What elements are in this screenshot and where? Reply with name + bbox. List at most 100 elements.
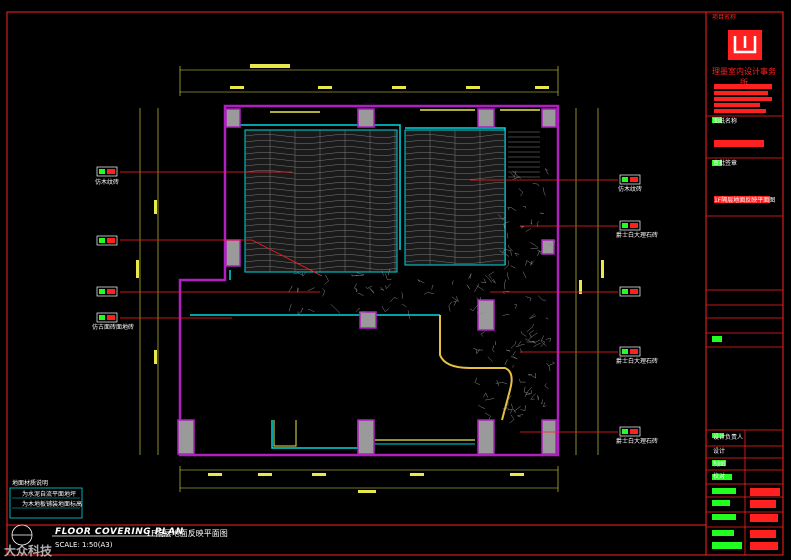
material-tag xyxy=(96,312,118,323)
marble-vein xyxy=(491,278,496,284)
marble-vein xyxy=(518,188,524,196)
marble-vein xyxy=(355,307,361,312)
legend-item: 为水泥自流平面地坪 xyxy=(22,491,77,498)
marble-vein xyxy=(504,359,508,365)
marble-vein xyxy=(451,280,454,285)
marble-vein xyxy=(522,271,527,279)
redacted-info-block xyxy=(714,84,772,113)
material-tag xyxy=(619,426,641,437)
marble-vein xyxy=(540,335,547,347)
marble-vein xyxy=(507,207,510,211)
marble-vein xyxy=(400,292,404,299)
marble-vein xyxy=(293,272,303,276)
marble-vein xyxy=(502,314,510,316)
marble-vein xyxy=(545,338,552,342)
firm-name: 理墨室内设计事务所 xyxy=(712,67,776,87)
marble-vein xyxy=(520,226,524,229)
marble-vein xyxy=(483,392,489,398)
marble-vein xyxy=(510,341,517,349)
marble-vein xyxy=(389,297,398,303)
marble-vein xyxy=(512,351,516,356)
marble-vein xyxy=(466,284,470,290)
marble-vein xyxy=(484,397,495,401)
marble-vein xyxy=(474,377,481,386)
marble-vein xyxy=(385,283,391,290)
material-label-left-1: 仿木纹砖 xyxy=(95,179,120,186)
marble-vein xyxy=(524,387,533,397)
marble-vein xyxy=(417,279,425,284)
plan-scale: SCALE: 1:50(A3) xyxy=(55,541,113,549)
marble-vein xyxy=(512,364,515,368)
marble-vein xyxy=(484,274,492,283)
watermark: 大众科技 xyxy=(4,544,53,558)
marble-vein xyxy=(297,310,303,316)
marble-vein xyxy=(402,303,407,308)
marble-vein xyxy=(540,212,545,214)
marble-vein xyxy=(492,345,495,353)
marble-vein xyxy=(546,362,551,372)
marble-vein xyxy=(537,295,546,301)
material-tag xyxy=(96,286,118,297)
marble-vein xyxy=(355,274,365,276)
material-label-right-2: 爵士白大理石砖 xyxy=(616,232,659,239)
marble-vein xyxy=(526,323,535,333)
marble-vein xyxy=(300,307,304,312)
approval-label: 审批签章 xyxy=(713,160,738,167)
drawing-label: 图纸名称 xyxy=(713,118,738,125)
project-label: 项目名称 xyxy=(712,14,737,21)
marble-vein xyxy=(530,260,534,266)
marble-vein xyxy=(488,271,495,279)
marble-vein xyxy=(525,228,532,232)
check-label: 校对 xyxy=(713,473,726,480)
marble-vein xyxy=(324,274,329,285)
marble-vein xyxy=(541,399,544,404)
draw-label: 制图 xyxy=(713,461,726,468)
marble-vein xyxy=(533,343,541,348)
marble-vein xyxy=(507,408,513,414)
marble-vein xyxy=(532,183,540,187)
marble-vein xyxy=(330,304,341,314)
marble-vein xyxy=(322,288,326,297)
marble-vein xyxy=(495,382,508,384)
plan-title-cn: 1F隔层地面反映平面图 xyxy=(146,529,228,538)
marble-vein xyxy=(478,404,486,409)
marble-vein xyxy=(369,287,375,294)
marble-vein xyxy=(545,317,549,320)
marble-vein xyxy=(529,372,537,379)
material-label-left-4: 仿古面砖面地砖 xyxy=(92,324,135,331)
marble-vein xyxy=(485,412,491,420)
marble-vein xyxy=(544,383,549,390)
marble-vein xyxy=(522,206,527,209)
marble-vein xyxy=(507,272,510,280)
drawing-frame xyxy=(6,11,784,556)
marble-vein xyxy=(469,304,478,312)
marble-vein xyxy=(542,402,547,408)
marble-vein xyxy=(480,278,487,284)
marble-vein xyxy=(468,273,472,279)
marble-vein xyxy=(537,250,542,257)
material-tag xyxy=(96,166,118,177)
marble-vein xyxy=(530,242,539,249)
wood-floor-zone-right xyxy=(404,129,506,266)
floor-plan-drawing xyxy=(6,11,784,556)
marble-vein xyxy=(506,349,511,352)
marble-vein xyxy=(530,393,536,400)
marble-vein xyxy=(487,356,493,362)
marble-vein xyxy=(529,313,537,319)
marble-vein xyxy=(424,292,434,295)
marble-vein xyxy=(519,378,526,383)
material-label-right-1: 仿木纹砖 xyxy=(618,186,643,193)
marble-vein xyxy=(513,406,521,412)
marble-vein xyxy=(307,287,315,291)
staircase xyxy=(508,131,540,178)
marble-vein xyxy=(448,301,453,312)
marble-vein xyxy=(520,331,527,337)
marble-vein xyxy=(302,271,307,277)
material-label-right-5: 爵士白大理石砖 xyxy=(616,438,659,445)
marble-vein xyxy=(474,283,480,292)
marble-vein xyxy=(287,286,293,293)
marble-vein xyxy=(453,300,457,306)
legend-title: 地面材质说明 xyxy=(12,480,49,487)
marble-vein xyxy=(380,286,385,291)
marble-vein xyxy=(381,306,390,313)
